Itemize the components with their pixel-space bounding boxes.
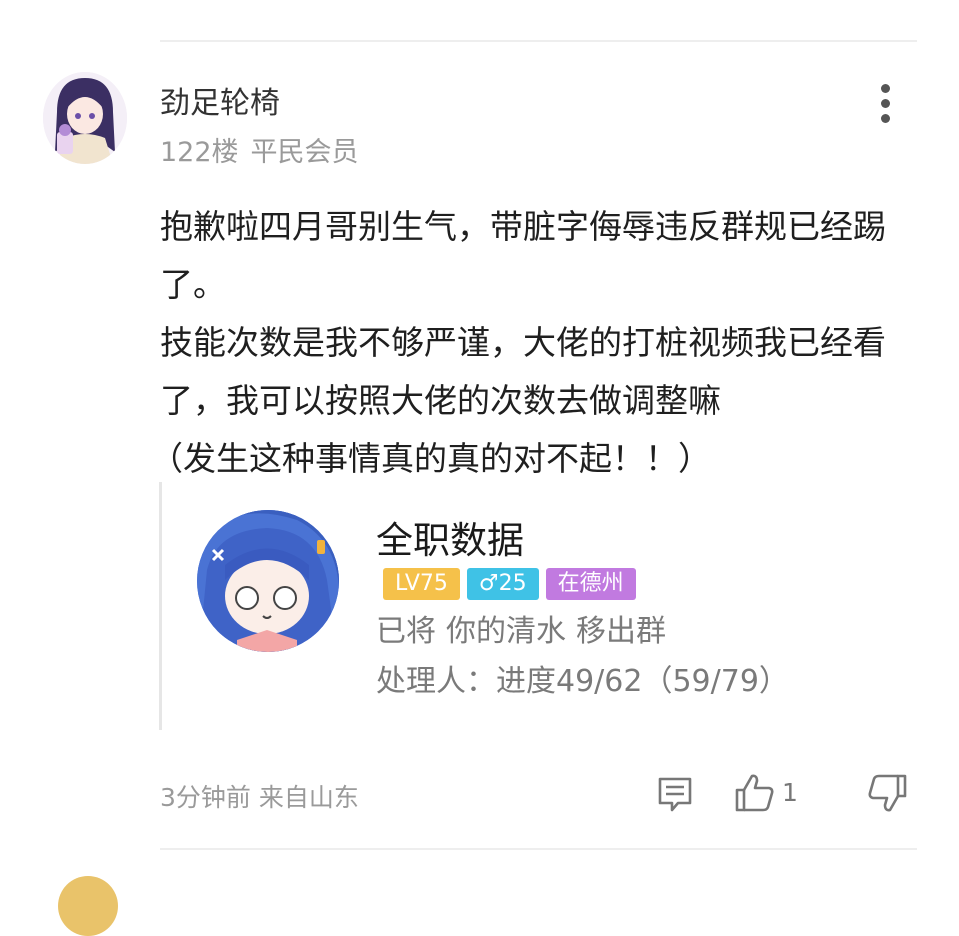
card-badges: LV75 ♂25 在德州: [383, 568, 636, 600]
level-badge: LV75: [383, 568, 460, 600]
comment-icon[interactable]: [656, 775, 694, 813]
card-action-text: 已将 你的清水 移出群: [376, 606, 666, 650]
post-content: 抱歉啦四月哥别生气，带脏字侮辱违反群规已经踢了。 技能次数是我不够严谨，大佬的打…: [150, 198, 920, 488]
post-divider: [160, 40, 917, 42]
quote-bar: [159, 482, 162, 730]
comment-icon[interactable]: [736, 0, 766, 6]
thumbs-up-icon[interactable]: [734, 772, 776, 814]
thumbs-down-icon[interactable]: [868, 0, 898, 6]
thumbs-down-icon[interactable]: [866, 772, 908, 814]
action-part: 你的清水: [446, 614, 566, 649]
thumbs-up-icon[interactable]: [662, 0, 692, 6]
content-line: （发生这种事情真的真的对不起！！）: [150, 439, 711, 478]
card-avatar: [197, 510, 339, 652]
post-meta: 122楼 平民会员: [160, 130, 359, 169]
post-footer-meta: 3分钟前 来自山东: [160, 778, 359, 814]
post-time: 3分钟前: [160, 783, 251, 812]
member-level: 平民会员: [250, 137, 359, 168]
like-count: 1: [782, 778, 798, 807]
gender-badge: ♂25: [466, 568, 539, 600]
location-badge: 在德州: [545, 568, 636, 600]
content-line: 抱歉啦四月哥别生气，带脏字侮辱违反群规已经踢了。: [160, 207, 886, 304]
action-part: 移出群: [576, 614, 666, 649]
floor-number: 122楼: [160, 137, 239, 168]
card-handler-text: 处理人：进度49/62（59/79）: [376, 664, 789, 699]
more-options-button[interactable]: [873, 84, 899, 124]
post-source: 来自山东: [258, 783, 359, 812]
content-line: 技能次数是我不够严谨，大佬的打桩视频我已经看了，我可以按照大佬的次数去做调整嘛: [160, 323, 886, 420]
avatar[interactable]: [58, 876, 118, 936]
avatar[interactable]: [43, 72, 127, 164]
action-part: 已将: [376, 614, 436, 649]
username[interactable]: 劲足轮椅: [160, 78, 280, 122]
card-name: 全职数据: [376, 519, 524, 562]
post-divider: [160, 848, 917, 850]
